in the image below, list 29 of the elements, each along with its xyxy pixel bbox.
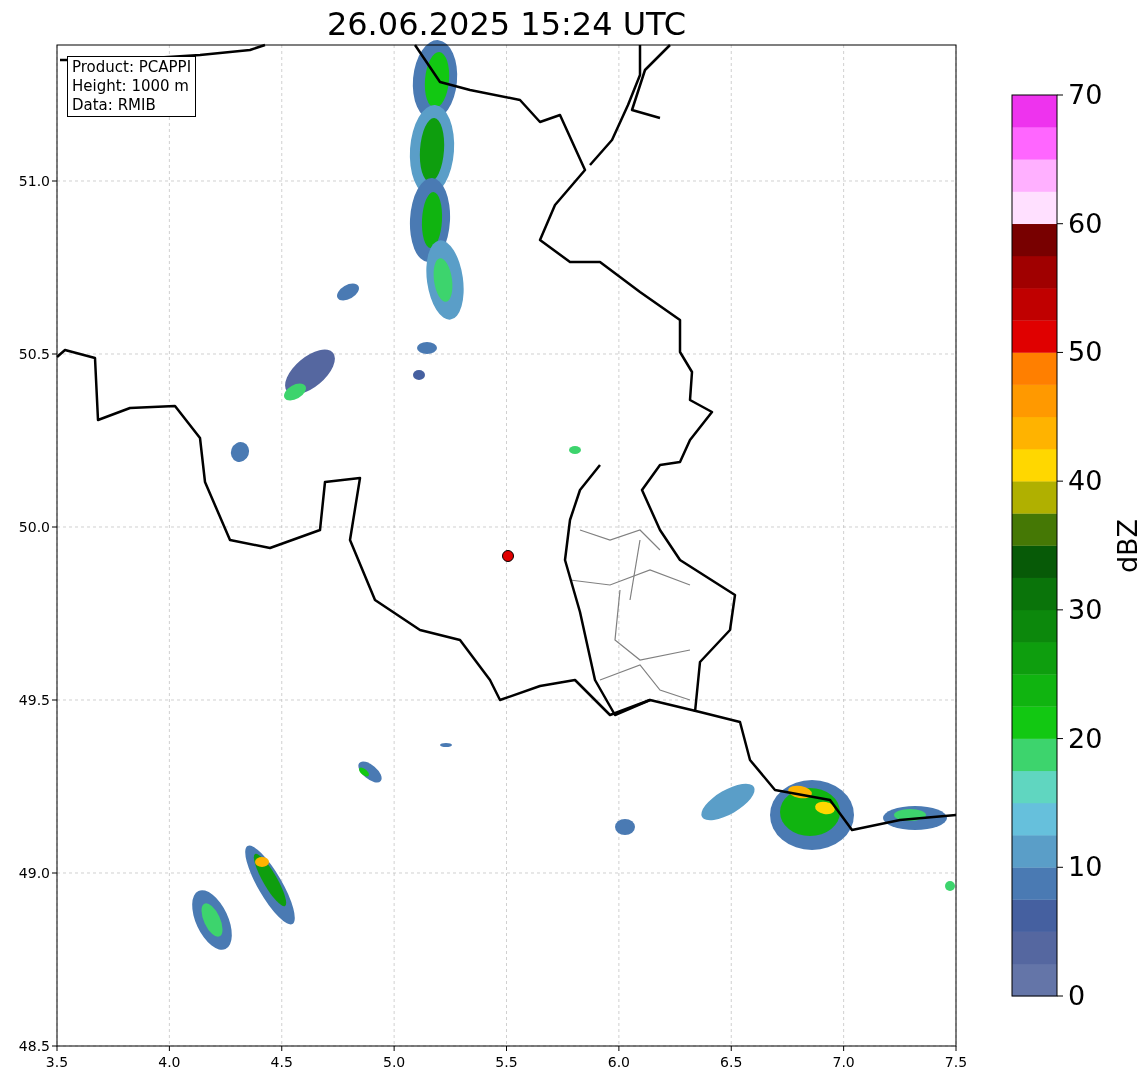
axis-tick-label: 4.5 [269, 1053, 294, 1071]
colorbar-tick-label: 40 [1068, 465, 1103, 498]
colorbar-tick-label: 50 [1068, 336, 1103, 369]
info-text: Data: RMIB [72, 96, 157, 115]
colorbar-label: dBZ [1112, 517, 1144, 576]
colorbar-tick-label: 20 [1068, 722, 1103, 755]
info-text: Height: 1000 m [72, 77, 190, 96]
axis-tick-label: 7.0 [831, 1053, 856, 1071]
axis-tick-label: 4.0 [157, 1053, 182, 1071]
colorbar-tick-label: 70 [1068, 79, 1103, 111]
info-text: Product: PCAPPI [72, 58, 192, 77]
axis-tick-label: 6.0 [606, 1053, 631, 1071]
radar-site-marker [502, 550, 514, 562]
axis-tick-label: 50.5 [17, 345, 50, 363]
axis-tick-label: 6.5 [719, 1053, 744, 1071]
axis-tick-label: 7.5 [943, 1053, 969, 1071]
axis-tick-label: 50.0 [17, 518, 50, 536]
axis-tick-label: 5.0 [382, 1053, 407, 1071]
axis-tick-label: 5.5 [494, 1053, 519, 1071]
colorbar-tick-label: 30 [1068, 593, 1103, 626]
colorbar-tick-label: 0 [1068, 980, 1086, 1012]
axis-tick-label: 49.5 [17, 691, 50, 709]
axis-tick-label: 3.5 [44, 1053, 70, 1071]
colorbar-tick-label: 60 [1068, 207, 1103, 240]
axis-tick-label: 48.5 [17, 1037, 50, 1055]
axis-tick-label: 51.0 [17, 172, 50, 190]
chart-title: 26.06.2025 15:24 UTC [325, 4, 688, 44]
axis-tick-label: 49.0 [17, 864, 50, 882]
colorbar-tick-label: 10 [1068, 851, 1103, 884]
